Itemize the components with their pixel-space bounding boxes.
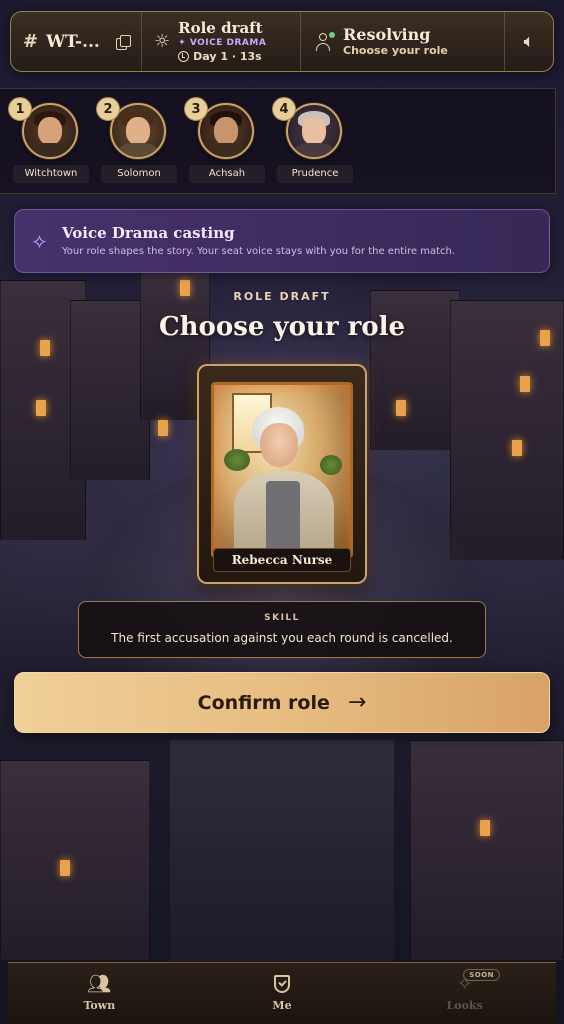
bottom-nav: 👥︎ Town Me SOON ✧ Looks [8, 962, 556, 1024]
player-name: Prudence [277, 165, 353, 183]
seat-number: 1 [8, 97, 32, 121]
section-eyebrow: ROLE DRAFT [233, 290, 331, 303]
phase-mode: ✦ VOICE DRAMA [178, 38, 267, 48]
player-seat[interactable]: 4 Prudence [272, 93, 360, 189]
user-status-icon [315, 31, 335, 51]
sun-icon: ☼ [154, 31, 171, 52]
seat-number: 4 [272, 97, 296, 121]
status-title: Resolving [343, 25, 431, 44]
arrow-right-icon: → [347, 689, 367, 715]
clock-icon [178, 51, 190, 62]
users-icon: 👥︎ [87, 973, 112, 995]
player-seat[interactable]: 2 Solomon [96, 93, 184, 189]
player-name: Witchtown [13, 165, 89, 183]
speaker-icon[interactable]: 🔈︎ [524, 31, 535, 52]
seat-number: 3 [184, 97, 208, 121]
players-strip: 1 Witchtown 2 Solomon 3 Achsah 4 Prudenc… [0, 88, 556, 194]
skill-description: The first accusation against you each ro… [111, 631, 453, 645]
hash-icon: # [23, 31, 39, 52]
seat-number: 2 [96, 97, 120, 121]
confirm-role-button[interactable]: Confirm role → [14, 672, 550, 733]
copy-icon[interactable] [115, 34, 131, 50]
sparkle-icon: ✧ [31, 230, 48, 254]
nav-town[interactable]: 👥︎ Town [8, 963, 191, 1024]
role-name: Rebecca Nurse [213, 548, 351, 572]
status-subtitle: Choose your role [343, 44, 448, 57]
nav-looks-label: Looks [446, 999, 483, 1012]
role-card[interactable]: Rebecca Nurse [197, 364, 367, 584]
shield-check-icon [274, 975, 290, 995]
confirm-label: Confirm role [197, 691, 330, 714]
sparkle-icon: ✦ [178, 38, 190, 48]
nav-town-label: Town [83, 999, 116, 1012]
voice-drama-banner: ✧ Voice Drama casting Your role shapes t… [14, 209, 550, 273]
player-seat[interactable]: 3 Achsah [184, 93, 272, 189]
nav-me[interactable]: Me [191, 963, 374, 1024]
page-title: Choose your role [158, 312, 406, 342]
soon-badge: SOON [463, 969, 501, 981]
nav-looks[interactable]: SOON ✧ Looks [373, 963, 556, 1024]
player-seat[interactable]: 1 Witchtown [8, 93, 96, 189]
skill-panel: SKILL The first accusation against you e… [78, 601, 486, 658]
room-code-section[interactable]: # WT-... [11, 12, 142, 71]
sound-toggle[interactable]: 🔈︎ [505, 12, 553, 71]
phase-title: Role draft [178, 19, 263, 37]
skill-label: SKILL [264, 613, 300, 623]
player-name: Achsah [189, 165, 265, 183]
player-name: Solomon [101, 165, 177, 183]
room-code: WT-... [46, 31, 100, 52]
banner-title: Voice Drama casting [62, 224, 235, 242]
status-section: Resolving Choose your role [301, 12, 505, 71]
role-portrait [211, 382, 353, 558]
nav-me-label: Me [272, 999, 292, 1012]
phase-section: ☼ Role draft ✦ VOICE DRAMA Day 1 · 13s [142, 12, 301, 71]
top-bar: # WT-... ☼ Role draft ✦ VOICE DRAMA Day … [10, 11, 554, 72]
banner-subtitle: Your role shapes the story. Your seat vo… [62, 246, 456, 257]
phase-timer: Day 1 · 13s [178, 49, 262, 64]
